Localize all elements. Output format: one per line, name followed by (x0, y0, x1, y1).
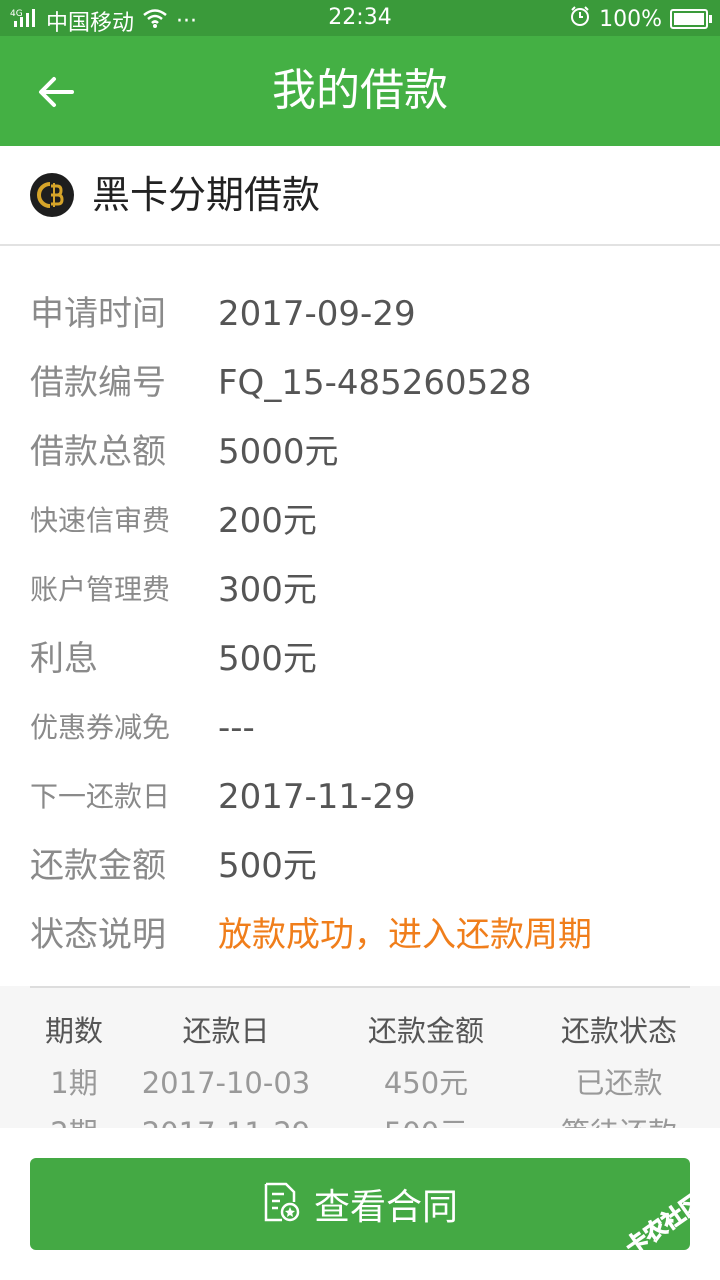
detail-value: 5000元 (218, 432, 339, 472)
detail-label: 借款总额 (30, 432, 166, 472)
cell-amount: 450元 (383, 1066, 469, 1100)
hk-coin-logo-icon (30, 173, 74, 217)
status-description: 放款成功，进入还款周期 (218, 915, 592, 955)
status-right: 100% (569, 5, 712, 33)
detail-value: --- (218, 708, 255, 748)
detail-label: 状态说明 (30, 915, 166, 955)
detail-repay-amount: 还款金额 500元 (0, 836, 720, 896)
detail-review-fee: 快速信审费 200元 (0, 491, 720, 551)
detail-status: 状态说明 放款成功，进入还款周期 (0, 905, 720, 965)
cell-status: 已还款 (575, 1066, 663, 1100)
watermark-text: 卡农社区 (621, 1189, 708, 1261)
detail-apply-time: 申请时间 2017-09-29 (0, 284, 720, 344)
detail-value: FQ_15-485260528 (218, 363, 532, 403)
detail-account-fee: 账户管理费 300元 (0, 560, 720, 620)
detail-label: 下一还款日 (30, 780, 171, 813)
product-row: 黑卡分期借款 (0, 146, 720, 246)
app-header: 我的借款 (0, 36, 720, 146)
detail-label: 账户管理费 (30, 573, 171, 606)
detail-value: 2017-09-29 (218, 294, 416, 334)
view-contract-label: 查看合同 (313, 1187, 458, 1228)
divider (30, 986, 690, 988)
cell-amount: 500元 (326, 1108, 526, 1128)
detail-loan-number: 借款编号 FQ_15-485260528 (0, 353, 720, 413)
detail-next-due-date: 下一还款日 2017-11-29 (0, 767, 720, 827)
header-amount: 还款金额 (367, 1014, 484, 1048)
detail-value: 500元 (218, 846, 317, 886)
detail-label: 借款编号 (30, 363, 166, 403)
detail-value: 300元 (218, 570, 317, 610)
detail-label: 快速信审费 (30, 504, 171, 537)
detail-label: 优惠券减免 (30, 711, 171, 744)
view-contract-button[interactable]: 查看合同 (30, 1158, 690, 1250)
detail-label: 利息 (30, 639, 98, 679)
table-row: 1期 2017-10-03 450元 已还款 (0, 1058, 720, 1108)
cell-period: 2期 (22, 1108, 126, 1128)
repayment-schedule[interactable]: 期数 还款日 还款金额 还款状态 1期 2017-10-03 450元 已还款 … (0, 986, 720, 1128)
cell-due-date: 2017-11-29 (126, 1108, 326, 1128)
detail-coupon: 优惠券减免 --- (0, 698, 720, 758)
header-status: 还款状态 (560, 1014, 677, 1048)
detail-label: 申请时间 (30, 294, 166, 334)
header-period: 期数 (44, 1014, 103, 1048)
cell-period: 1期 (50, 1066, 98, 1100)
header-due-date: 还款日 (182, 1014, 270, 1048)
battery-icon (670, 9, 712, 29)
page-title: 我的借款 (272, 65, 448, 116)
bottom-action-area: 查看合同 卡农社区 (0, 1128, 720, 1280)
loan-details: 申请时间 2017-09-29 借款编号 FQ_15-485260528 借款总… (0, 246, 720, 986)
detail-value: 500元 (218, 639, 317, 679)
status-bar: 4G 中国移动 ··· 22:34 100% (0, 0, 720, 36)
detail-label: 还款金额 (30, 846, 166, 886)
detail-value: 2017-11-29 (218, 777, 416, 817)
cell-due-date: 2017-10-03 (141, 1066, 311, 1100)
table-row: 2期 2017-11-29 500元 等待还款 (0, 1108, 720, 1128)
detail-value: 200元 (218, 501, 317, 541)
watermark-logo: 卡农社区 (614, 1184, 714, 1264)
contract-document-icon (262, 1182, 300, 1226)
detail-interest: 利息 500元 (0, 629, 720, 689)
product-name: 黑卡分期借款 (92, 173, 321, 217)
alarm-icon (569, 5, 591, 33)
arrow-left-icon[interactable] (36, 72, 76, 112)
cell-status: 等待还款 (526, 1108, 712, 1128)
detail-loan-total: 借款总额 5000元 (0, 422, 720, 482)
battery-percent: 100% (599, 6, 662, 32)
schedule-header: 期数 还款日 还款金额 还款状态 (0, 1006, 720, 1056)
